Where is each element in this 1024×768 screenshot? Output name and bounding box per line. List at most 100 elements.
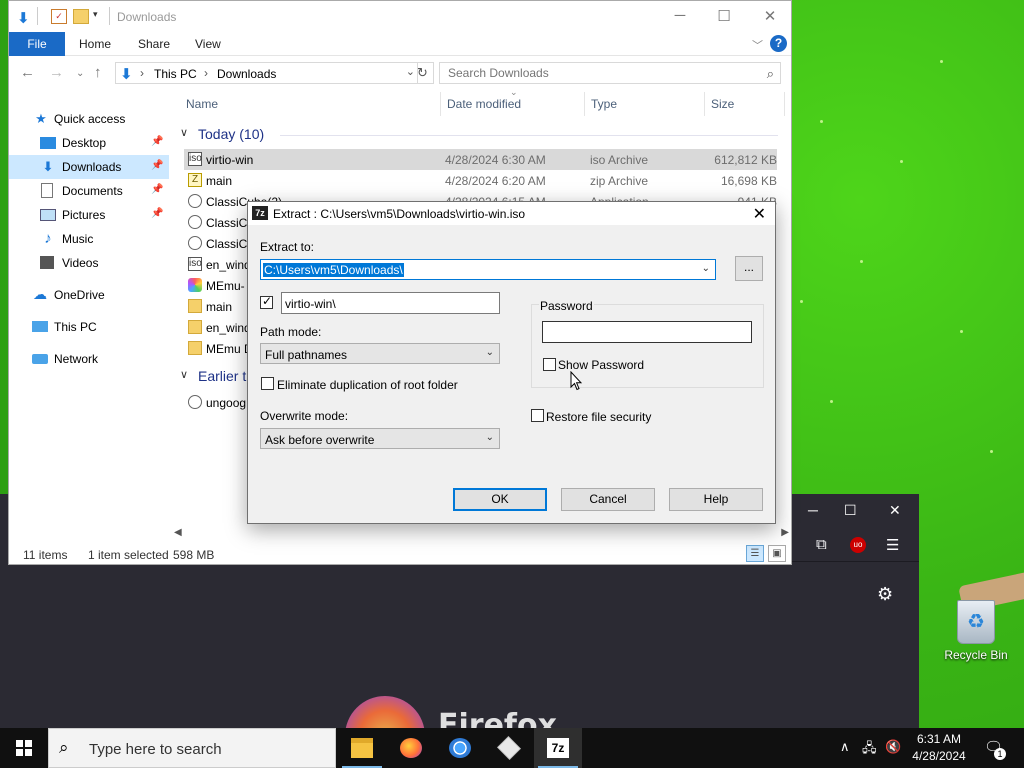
help-button[interactable]: Help bbox=[669, 488, 763, 511]
eliminate-duplication-label[interactable]: Eliminate duplication of root folder bbox=[277, 378, 458, 392]
refresh-icon[interactable]: ↻ bbox=[412, 62, 434, 84]
cancel-button[interactable]: Cancel bbox=[561, 488, 655, 511]
chevron-down-icon[interactable]: ⌄ bbox=[486, 432, 494, 443]
column-header-size[interactable]: Size bbox=[711, 97, 734, 111]
file-row[interactable]: Z main 4/28/2024 6:20 AM zip Archive 16,… bbox=[184, 170, 777, 191]
pin-icon[interactable]: 📌 bbox=[151, 136, 163, 147]
sidebar-item-pictures[interactable]: Pictures 📌 bbox=[9, 203, 169, 227]
system-clock[interactable]: 6:31 AM 4/28/2024 bbox=[900, 731, 978, 765]
ublock-icon[interactable]: uo bbox=[850, 537, 866, 553]
taskbar-app-7zip[interactable]: 7z bbox=[534, 728, 582, 768]
large-icons-view-icon[interactable]: ▣ bbox=[768, 545, 786, 562]
column-header-type[interactable]: Type bbox=[591, 97, 617, 111]
extract-to-combobox[interactable]: C:\Users\vm5\Downloads\ ⌄ bbox=[260, 259, 716, 280]
sidebar-item-onedrive[interactable]: ☁ OneDrive bbox=[9, 283, 169, 307]
forward-arrow-icon[interactable]: → bbox=[49, 64, 64, 81]
tab-home[interactable]: Home bbox=[79, 37, 111, 51]
properties-icon[interactable]: ✓ bbox=[51, 9, 67, 24]
recent-chevron-icon[interactable]: ⌄ bbox=[76, 68, 84, 79]
taskbar-search-box[interactable]: ⌕ Type here to search bbox=[48, 728, 336, 768]
sidebar-item-videos[interactable]: Videos bbox=[9, 251, 169, 275]
iso-file-icon: iso bbox=[188, 257, 202, 271]
sidebar-item-network[interactable]: Network bbox=[9, 347, 169, 371]
search-input[interactable] bbox=[440, 63, 750, 83]
tab-share[interactable]: Share bbox=[138, 37, 170, 51]
pin-icon[interactable]: 📌 bbox=[151, 160, 163, 171]
tab-view[interactable]: View bbox=[195, 37, 221, 51]
sidebar-item-this-pc[interactable]: This PC bbox=[9, 315, 169, 339]
wallpaper-speck bbox=[940, 60, 943, 63]
minimize-icon[interactable]: ─ bbox=[670, 7, 690, 24]
sidebar-item-downloads[interactable]: ⬇ Downloads 📌 bbox=[9, 155, 169, 179]
close-icon[interactable]: ✕ bbox=[760, 7, 780, 25]
tab-file[interactable]: File bbox=[9, 32, 65, 56]
taskbar-app-package[interactable] bbox=[485, 728, 533, 768]
breadcrumb-downloads[interactable]: Downloads bbox=[217, 67, 276, 81]
music-icon: ♪ bbox=[44, 230, 52, 247]
address-bar[interactable]: ⬇ › This PC › Downloads ⌄ bbox=[115, 62, 418, 84]
show-password-checkbox[interactable] bbox=[543, 358, 556, 371]
extensions-icon[interactable]: ⧉ bbox=[816, 536, 827, 553]
eliminate-duplication-checkbox[interactable] bbox=[261, 377, 274, 390]
column-header-date[interactable]: Date modified bbox=[447, 97, 521, 111]
password-input[interactable] bbox=[542, 321, 752, 343]
chevron-down-icon[interactable]: ⌄ bbox=[702, 263, 710, 274]
chevron-down-icon[interactable]: ⌄ bbox=[486, 347, 494, 358]
restore-security-label[interactable]: Restore file security bbox=[546, 410, 651, 424]
maximize-icon[interactable]: ☐ bbox=[844, 502, 857, 519]
sidebar-item-desktop[interactable]: Desktop 📌 bbox=[9, 131, 169, 155]
recycle-bin[interactable]: Recycle Bin bbox=[940, 600, 1012, 662]
chevron-down-icon[interactable]: ∨ bbox=[180, 368, 188, 381]
up-arrow-icon[interactable]: ↑ bbox=[94, 64, 102, 81]
breadcrumb-this-pc[interactable]: This PC bbox=[154, 67, 197, 81]
close-icon[interactable]: ✕ bbox=[889, 502, 901, 519]
help-icon[interactable]: ? bbox=[770, 35, 787, 52]
toolbar-divider bbox=[37, 7, 38, 25]
maximize-icon[interactable]: ☐ bbox=[714, 7, 734, 25]
folder-icon bbox=[188, 299, 202, 313]
horizontal-scrollbar[interactable]: ◀ ▶ bbox=[174, 527, 791, 542]
show-password-label[interactable]: Show Password bbox=[558, 358, 644, 372]
pin-icon[interactable]: 📌 bbox=[151, 184, 163, 195]
taskbar-app-file-explorer[interactable] bbox=[338, 728, 386, 768]
back-arrow-icon[interactable]: ← bbox=[20, 64, 35, 81]
overwrite-mode-select[interactable]: Ask before overwrite ⌄ bbox=[260, 428, 500, 449]
column-divider[interactable] bbox=[784, 92, 785, 116]
taskbar-app-firefox[interactable] bbox=[387, 728, 435, 768]
sidebar-item-documents[interactable]: Documents 📌 bbox=[9, 179, 169, 203]
chevron-right-icon[interactable]: › bbox=[204, 66, 208, 80]
gear-icon[interactable]: ⚙ bbox=[877, 584, 893, 605]
taskbar-app-chrome[interactable] bbox=[436, 728, 484, 768]
network-status-icon[interactable]: 🖧 bbox=[862, 739, 877, 761]
sidebar-item-music[interactable]: ♪ Music bbox=[9, 227, 169, 251]
column-divider[interactable] bbox=[440, 92, 441, 116]
pin-icon[interactable]: 📌 bbox=[151, 208, 163, 219]
search-box[interactable]: ⌕ bbox=[439, 62, 781, 84]
minimize-icon[interactable]: ─ bbox=[808, 502, 818, 518]
file-row[interactable]: iso virtio-win 4/28/2024 6:30 AM iso Arc… bbox=[184, 149, 777, 170]
chevron-down-icon[interactable]: ﹀ bbox=[752, 37, 763, 53]
new-folder-icon[interactable] bbox=[73, 9, 89, 24]
restore-security-checkbox[interactable] bbox=[531, 409, 544, 422]
chevron-right-icon[interactable]: › bbox=[140, 66, 144, 80]
close-icon[interactable]: ✕ bbox=[753, 204, 766, 224]
volume-muted-icon[interactable]: 🔇 bbox=[885, 739, 901, 755]
customize-chevron-icon[interactable]: ▾ bbox=[93, 9, 109, 24]
column-header-name[interactable]: Name bbox=[186, 97, 218, 111]
scroll-left-icon[interactable]: ◀ bbox=[174, 527, 182, 538]
path-mode-select[interactable]: Full pathnames ⌄ bbox=[260, 343, 500, 364]
subfolder-checkbox[interactable] bbox=[260, 294, 273, 309]
subfolder-input[interactable]: virtio-win\ bbox=[281, 292, 500, 314]
column-divider[interactable] bbox=[704, 92, 705, 116]
chevron-down-icon[interactable]: ∨ bbox=[180, 126, 188, 139]
sidebar-item-quick-access[interactable]: ★ Quick access bbox=[9, 107, 169, 131]
start-button[interactable] bbox=[0, 728, 48, 768]
menu-icon[interactable]: ☰ bbox=[886, 536, 899, 554]
scroll-right-icon[interactable]: ▶ bbox=[781, 527, 789, 538]
details-view-icon[interactable]: ☰ bbox=[746, 545, 764, 562]
browse-button[interactable]: ... bbox=[735, 256, 763, 281]
ok-button[interactable]: OK bbox=[453, 488, 547, 511]
toolbar-divider bbox=[109, 7, 110, 25]
chevron-up-icon[interactable]: ∧ bbox=[840, 739, 850, 755]
column-divider[interactable] bbox=[584, 92, 585, 116]
